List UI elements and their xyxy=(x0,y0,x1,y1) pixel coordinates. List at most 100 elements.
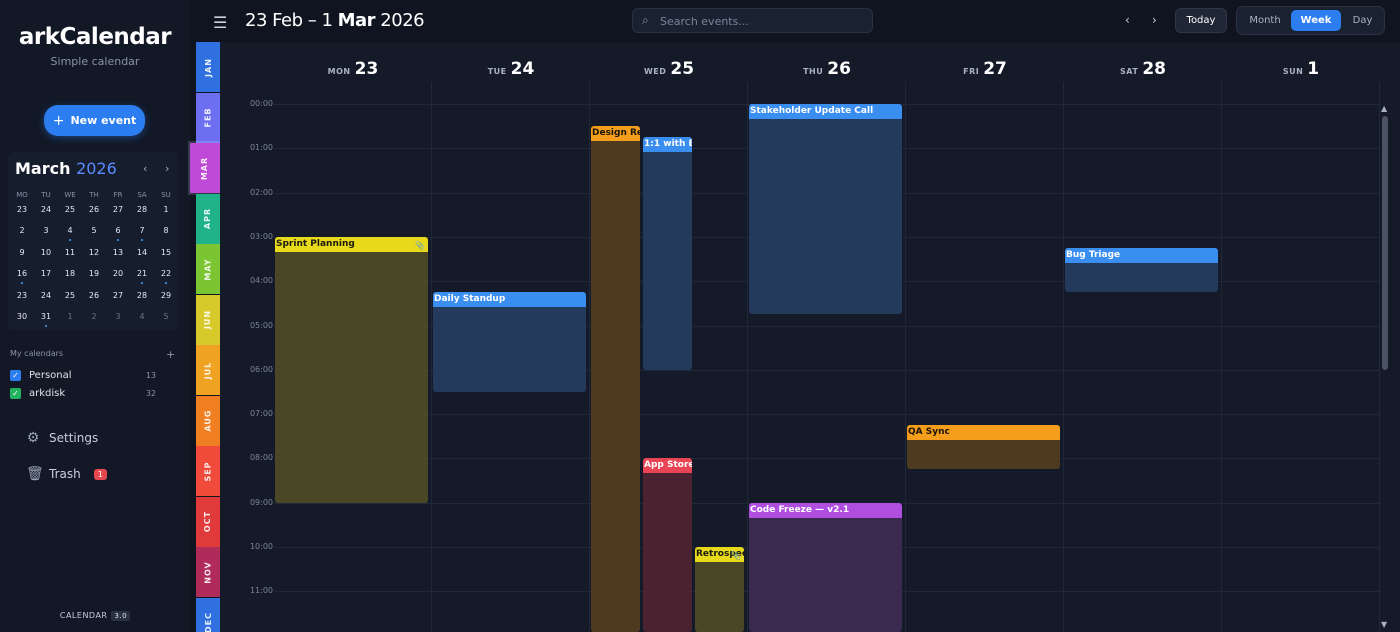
mini-calendar-day[interactable]: 9 xyxy=(10,245,34,266)
scroll-down-arrow[interactable]: ▼ xyxy=(1381,620,1387,629)
column-divider xyxy=(747,82,748,632)
calendar-event[interactable]: App Store Review xyxy=(643,458,692,632)
mini-calendar-day[interactable]: 10 xyxy=(34,245,58,266)
month-tab-apr[interactable]: APR xyxy=(196,193,220,244)
scroll-up-arrow[interactable]: ▲ xyxy=(1381,104,1387,113)
day-header[interactable]: SAT 28 xyxy=(1064,59,1222,79)
calendar-item[interactable]: ✓ Personal 13 xyxy=(10,368,156,382)
month-tab-may[interactable]: MAY xyxy=(196,244,220,294)
checkbox-icon[interactable]: ✓ xyxy=(10,369,21,381)
day-header[interactable]: SUN 1 xyxy=(1222,59,1380,79)
mini-calendar-day[interactable]: 4 xyxy=(58,223,82,244)
day-header[interactable]: MON 23 xyxy=(274,59,432,79)
today-button[interactable]: Today xyxy=(1175,8,1227,33)
mini-calendar-day[interactable]: 2 xyxy=(10,223,34,244)
month-tab-label: JUN xyxy=(203,309,213,330)
calendar-event[interactable]: Daily Standup xyxy=(433,292,586,392)
mini-calendar-day[interactable]: 28 xyxy=(130,288,154,309)
mini-calendar-day[interactable]: 26 xyxy=(82,288,106,309)
mini-calendar-day[interactable]: 22 xyxy=(154,266,178,287)
mini-calendar-day[interactable]: 24 xyxy=(34,202,58,223)
month-tab-sep[interactable]: SEP xyxy=(196,446,220,496)
mini-calendar-day[interactable]: 16 xyxy=(10,266,34,287)
view-month-button[interactable]: Month xyxy=(1240,10,1290,31)
trash-link[interactable]: 🗑 Trash 1 xyxy=(26,466,107,482)
month-tab-feb[interactable]: FEB xyxy=(196,92,220,143)
mini-calendar-day[interactable]: 29 xyxy=(154,288,178,309)
new-event-button[interactable]: + New event xyxy=(44,105,145,136)
day-header[interactable]: TUE 24 xyxy=(432,59,590,79)
mini-calendar-day[interactable]: 5 xyxy=(154,309,178,330)
mini-calendar-day[interactable]: 20 xyxy=(106,266,130,287)
mini-calendar-day[interactable]: 27 xyxy=(106,288,130,309)
next-week-button[interactable]: › xyxy=(1152,13,1157,27)
mini-calendar-day[interactable]: 26 xyxy=(82,202,106,223)
mini-calendar-day[interactable]: 8 xyxy=(154,223,178,244)
mini-calendar-day[interactable]: 25 xyxy=(58,202,82,223)
mini-calendar-day[interactable]: 23 xyxy=(10,288,34,309)
add-calendar-button[interactable]: + xyxy=(166,348,175,361)
hour-gridline xyxy=(274,458,1380,460)
day-header[interactable]: WED 25 xyxy=(590,59,748,79)
calendar-event[interactable]: 1:1 with Boss xyxy=(643,137,692,370)
sidebar: arkCalendar Simple calendar + New event … xyxy=(0,0,190,632)
calendar-event[interactable]: Code Freeze — v2.1 xyxy=(749,502,902,632)
calendar-event[interactable]: Design Review xyxy=(591,126,640,632)
calendar-event[interactable]: Bug Triage xyxy=(1065,247,1218,293)
mini-weekday-label: FR xyxy=(113,191,123,199)
mini-calendar-day[interactable]: 1 xyxy=(58,309,82,330)
prev-week-button[interactable]: ‹ xyxy=(1125,13,1130,27)
day-header[interactable]: FRI 27 xyxy=(906,59,1064,79)
mini-prev-month-button[interactable]: ‹ xyxy=(143,162,147,175)
month-tab-jul[interactable]: JUL xyxy=(196,345,220,395)
day-header[interactable]: THU 26 xyxy=(748,59,906,79)
calendar-event[interactable]: Stakeholder Update Call xyxy=(749,104,902,315)
settings-link[interactable]: ⚙ Settings xyxy=(26,430,99,446)
mini-next-month-button[interactable]: › xyxy=(165,162,169,175)
month-tab-oct[interactable]: OCT xyxy=(196,496,220,547)
month-tab-nov[interactable]: NOV xyxy=(196,547,220,597)
mini-calendar-day[interactable]: 13 xyxy=(106,245,130,266)
mini-calendar-day[interactable]: 3 xyxy=(106,309,130,330)
mini-calendar-day[interactable]: 11 xyxy=(58,245,82,266)
plus-icon: + xyxy=(52,112,65,129)
calendar-event[interactable]: Sprint Planning 📎 xyxy=(275,236,428,503)
mini-calendar-day[interactable]: 17 xyxy=(34,266,58,287)
menu-icon[interactable]: ☰ xyxy=(213,13,227,32)
mini-calendar-day[interactable]: 6 xyxy=(106,223,130,244)
mini-calendar-day[interactable]: 15 xyxy=(154,245,178,266)
mini-weekday-label: TU xyxy=(41,191,51,199)
calendar-event[interactable]: QA Sync xyxy=(907,425,1060,470)
mini-calendar-day[interactable]: 23 xyxy=(10,202,34,223)
view-week-button[interactable]: Week xyxy=(1291,10,1341,31)
mini-calendar-day[interactable]: 2 xyxy=(82,309,106,330)
month-tab-jun[interactable]: JUN xyxy=(196,294,220,345)
checkbox-icon[interactable]: ✓ xyxy=(10,387,21,399)
month-tab-jan[interactable]: JAN xyxy=(196,42,220,92)
mini-calendar-day[interactable]: 28 xyxy=(130,202,154,223)
month-tab-mar[interactable]: MAR xyxy=(190,143,220,193)
search-input[interactable] xyxy=(660,13,860,29)
month-tab-dec[interactable]: DEC xyxy=(196,597,220,632)
mini-calendar-day[interactable]: 18 xyxy=(58,266,82,287)
mini-calendar-day[interactable]: 4 xyxy=(130,309,154,330)
mini-calendar-day[interactable]: 30 xyxy=(10,309,34,330)
settings-label: Settings xyxy=(49,431,99,445)
mini-calendar-day[interactable]: 5 xyxy=(82,223,106,244)
mini-calendar-day[interactable]: 31 xyxy=(34,309,58,330)
mini-calendar-day[interactable]: 12 xyxy=(82,245,106,266)
mini-calendar-day[interactable]: 21 xyxy=(130,266,154,287)
view-day-button[interactable]: Day xyxy=(1342,10,1383,31)
mini-calendar-day[interactable]: 19 xyxy=(82,266,106,287)
vertical-scrollbar[interactable] xyxy=(1382,116,1388,370)
calendar-item[interactable]: ✓ arkdisk 32 xyxy=(10,386,156,400)
mini-calendar-day[interactable]: 24 xyxy=(34,288,58,309)
mini-calendar-day[interactable]: 14 xyxy=(130,245,154,266)
mini-calendar-day[interactable]: 7 xyxy=(130,223,154,244)
mini-calendar-day[interactable]: 25 xyxy=(58,288,82,309)
month-tab-aug[interactable]: AUG xyxy=(196,395,220,446)
mini-calendar-day[interactable]: 3 xyxy=(34,223,58,244)
mini-calendar-day[interactable]: 27 xyxy=(106,202,130,223)
mini-calendar-day[interactable]: 1 xyxy=(154,202,178,223)
calendar-event[interactable]: Retrospective📎 xyxy=(695,547,744,632)
